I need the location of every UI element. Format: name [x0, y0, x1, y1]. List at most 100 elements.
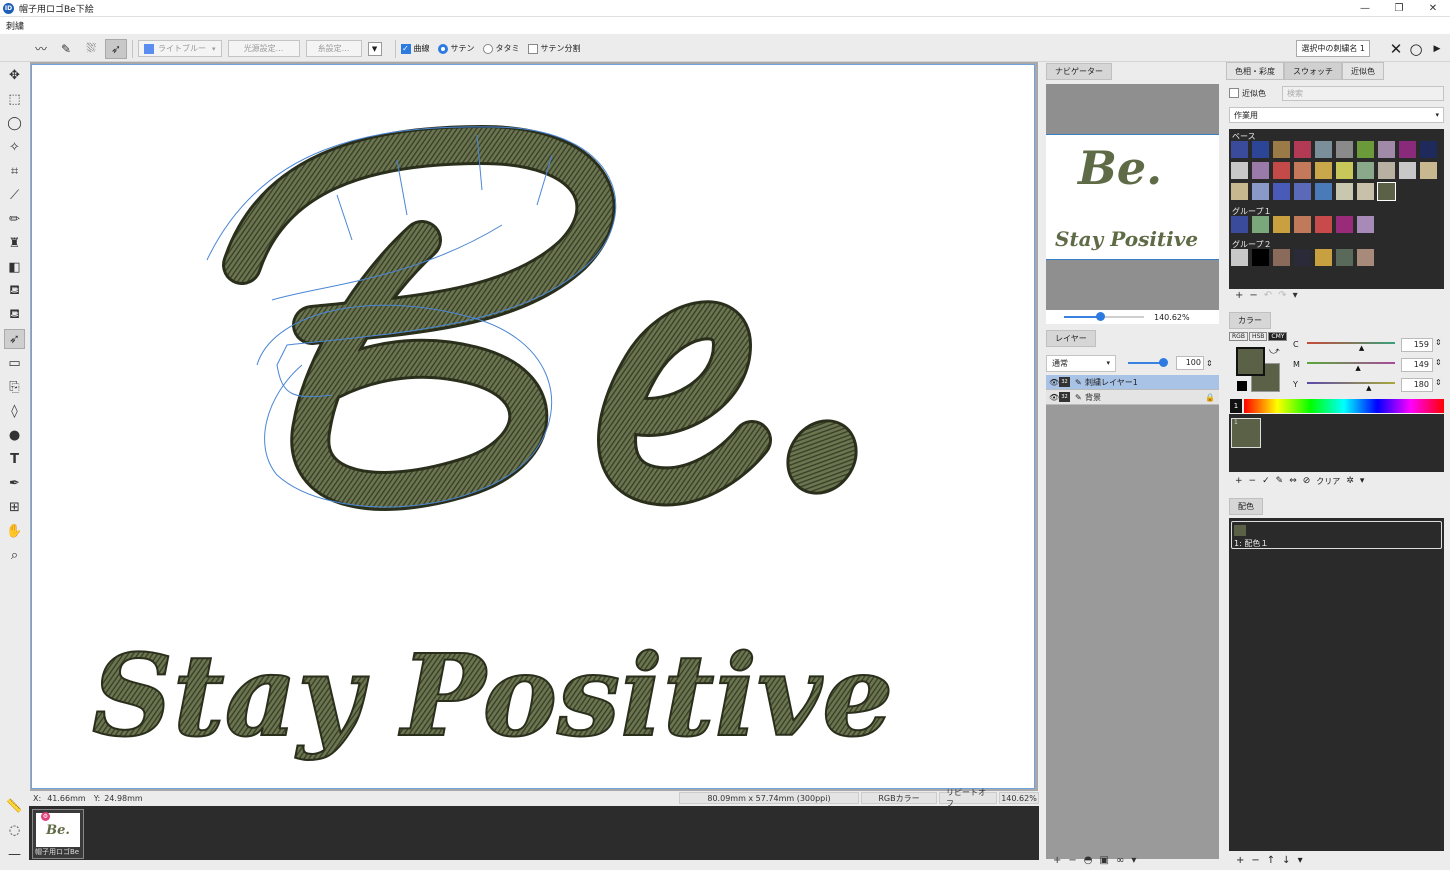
- slider-value[interactable]: 180: [1401, 378, 1433, 392]
- color-swatch[interactable]: [1273, 141, 1290, 158]
- pen-icon[interactable]: ✒: [4, 473, 25, 493]
- close-button[interactable]: ✕: [1416, 0, 1450, 17]
- color-swatch[interactable]: [1252, 249, 1269, 266]
- eyedropper-icon[interactable]: ⟋: [4, 185, 25, 205]
- add-color-icon[interactable]: +: [1235, 476, 1243, 486]
- color-swatch[interactable]: [1273, 162, 1290, 179]
- color-swatch[interactable]: [1336, 183, 1353, 200]
- document-thumbnail[interactable]: Be. ⚙ 帽子用ロゴBe: [32, 809, 84, 859]
- slider-marker-icon[interactable]: ▲: [1366, 384, 1371, 392]
- blend-mode-dropdown[interactable]: 通常 ▾: [1046, 354, 1116, 372]
- confirm-icon[interactable]: ○: [1407, 40, 1425, 58]
- color-swatch[interactable]: [1294, 249, 1311, 266]
- cancel-icon[interactable]: ✕: [1387, 40, 1405, 58]
- add-layer-icon[interactable]: +: [1053, 855, 1061, 866]
- color-swatch[interactable]: [1378, 141, 1395, 158]
- satin-split-checkbox[interactable]: サテン分割: [527, 43, 581, 54]
- zoom-level[interactable]: 140.62%: [999, 792, 1039, 804]
- move-icon[interactable]: ✥: [4, 65, 25, 85]
- stitch-fill-icon[interactable]: ⛆: [80, 39, 102, 59]
- color-swatch[interactable]: [1420, 162, 1437, 179]
- curve-checkbox[interactable]: ✓ 曲線: [400, 43, 430, 54]
- color-swatch[interactable]: [1420, 141, 1437, 158]
- disable-icon[interactable]: ⊘: [1303, 476, 1311, 486]
- stitch-wave-icon[interactable]: 〰: [30, 39, 52, 59]
- collapse-icon[interactable]: —: [4, 844, 25, 864]
- spinner-icon[interactable]: ⇕: [1435, 358, 1442, 367]
- layer-menu-icon[interactable]: ▾: [1131, 855, 1136, 866]
- remove-scheme-icon[interactable]: −: [1251, 855, 1259, 866]
- move-up-icon[interactable]: ↑: [1267, 855, 1275, 866]
- slider-marker-icon[interactable]: ▲: [1359, 344, 1364, 352]
- brush-icon[interactable]: ✏: [4, 209, 25, 229]
- color-swatch[interactable]: [1315, 216, 1332, 233]
- color-swatch[interactable]: [1336, 216, 1353, 233]
- lock-layer-icon[interactable]: ▣: [1100, 855, 1109, 866]
- swatch-search-input[interactable]: 検索: [1282, 85, 1444, 101]
- crop-icon[interactable]: ⌗: [4, 161, 25, 181]
- color-swatch[interactable]: [1378, 162, 1395, 179]
- color-mode[interactable]: RGBカラー: [861, 792, 937, 804]
- quick-mask-icon[interactable]: ◌: [4, 820, 25, 840]
- tab-layers[interactable]: レイヤー: [1046, 330, 1096, 347]
- thread-settings-button[interactable]: 糸設定...: [305, 40, 362, 57]
- stitch-tool-icon[interactable]: ➶: [4, 329, 25, 349]
- layer-row[interactable]: 👁 32 ✎ 背景 🔒: [1046, 390, 1219, 405]
- move-down-icon[interactable]: ↓: [1282, 855, 1290, 866]
- stitch-select-icon[interactable]: ➶: [105, 38, 127, 59]
- remove-swatch-icon[interactable]: −: [1249, 290, 1257, 301]
- color-swatch[interactable]: [1273, 216, 1290, 233]
- color-swatch[interactable]: [1273, 183, 1290, 200]
- tatami-radio[interactable]: タタミ: [482, 43, 520, 54]
- add-scheme-icon[interactable]: +: [1236, 855, 1244, 866]
- repeat-mode[interactable]: リピートオフ: [939, 788, 997, 808]
- clear-button[interactable]: クリア: [1316, 476, 1340, 487]
- color-swatch[interactable]: [1252, 141, 1269, 158]
- color-swatch[interactable]: [1357, 141, 1374, 158]
- color-swatch[interactable]: [1231, 216, 1248, 233]
- apply-color-icon[interactable]: ✓: [1262, 476, 1270, 486]
- redo-icon[interactable]: ↷: [1278, 290, 1286, 301]
- rect-select-icon[interactable]: ⬚: [4, 89, 25, 109]
- visibility-icon[interactable]: 👁: [1049, 393, 1059, 402]
- rectangle-icon[interactable]: ▭: [4, 353, 25, 373]
- swap-colors-icon[interactable]: ⤻: [1269, 346, 1280, 357]
- undo-icon[interactable]: ↶: [1264, 290, 1272, 301]
- options-menu-icon[interactable]: ▼: [367, 41, 382, 56]
- opacity-value[interactable]: 100: [1176, 356, 1204, 370]
- scheme-menu-icon[interactable]: ▾: [1298, 855, 1303, 866]
- history-color[interactable]: 1: [1231, 418, 1261, 448]
- default-colors-icon[interactable]: [1237, 381, 1247, 391]
- scheme-item[interactable]: 1: 配色１: [1231, 521, 1442, 549]
- color-slider-y[interactable]: Y ▲ 180 ⇕: [1293, 376, 1448, 394]
- color-swatch[interactable]: [1273, 249, 1290, 266]
- clone-icon[interactable]: ⎘: [4, 377, 25, 397]
- color-menu-icon[interactable]: ▾: [1360, 476, 1365, 486]
- bucket-icon[interactable]: ⛾: [4, 281, 25, 301]
- remove-color-icon[interactable]: −: [1249, 476, 1257, 486]
- slider-value[interactable]: 159: [1401, 338, 1433, 352]
- color-swatch[interactable]: [1231, 249, 1248, 266]
- color-dropdown[interactable]: ライトブルー ▾: [138, 40, 222, 57]
- navigator-view[interactable]: Be. Stay Positive: [1046, 84, 1219, 310]
- color-swatch[interactable]: [1231, 162, 1248, 179]
- spinner-icon[interactable]: ⇕: [1435, 338, 1442, 347]
- color-slider-c[interactable]: C ▲ 159 ⇕: [1293, 336, 1448, 354]
- color-swatch[interactable]: [1357, 162, 1374, 179]
- mode-rgb[interactable]: RGB: [1229, 332, 1248, 341]
- slider-value[interactable]: 149: [1401, 358, 1433, 372]
- color-swatch[interactable]: [1315, 141, 1332, 158]
- blur-drop-icon[interactable]: ◊: [4, 401, 25, 421]
- tab-color[interactable]: カラー: [1229, 312, 1271, 329]
- color-swatch[interactable]: [1315, 162, 1332, 179]
- visibility-icon[interactable]: 👁: [1049, 378, 1059, 387]
- slider-marker-icon[interactable]: ▲: [1355, 364, 1360, 372]
- tab-near-colors[interactable]: 近似色: [1342, 62, 1384, 80]
- layer-row[interactable]: 👁 32 ✎ 刺繍レイヤー1: [1046, 375, 1219, 390]
- canvas[interactable]: Stay Positive: [31, 64, 1035, 789]
- mode-cmy[interactable]: CMY: [1268, 332, 1288, 341]
- color-swatch[interactable]: [1294, 216, 1311, 233]
- mode-hsb[interactable]: HSB: [1248, 332, 1268, 341]
- stitch-pen-icon[interactable]: ✎: [55, 39, 77, 59]
- delete-layer-icon[interactable]: −: [1068, 855, 1076, 866]
